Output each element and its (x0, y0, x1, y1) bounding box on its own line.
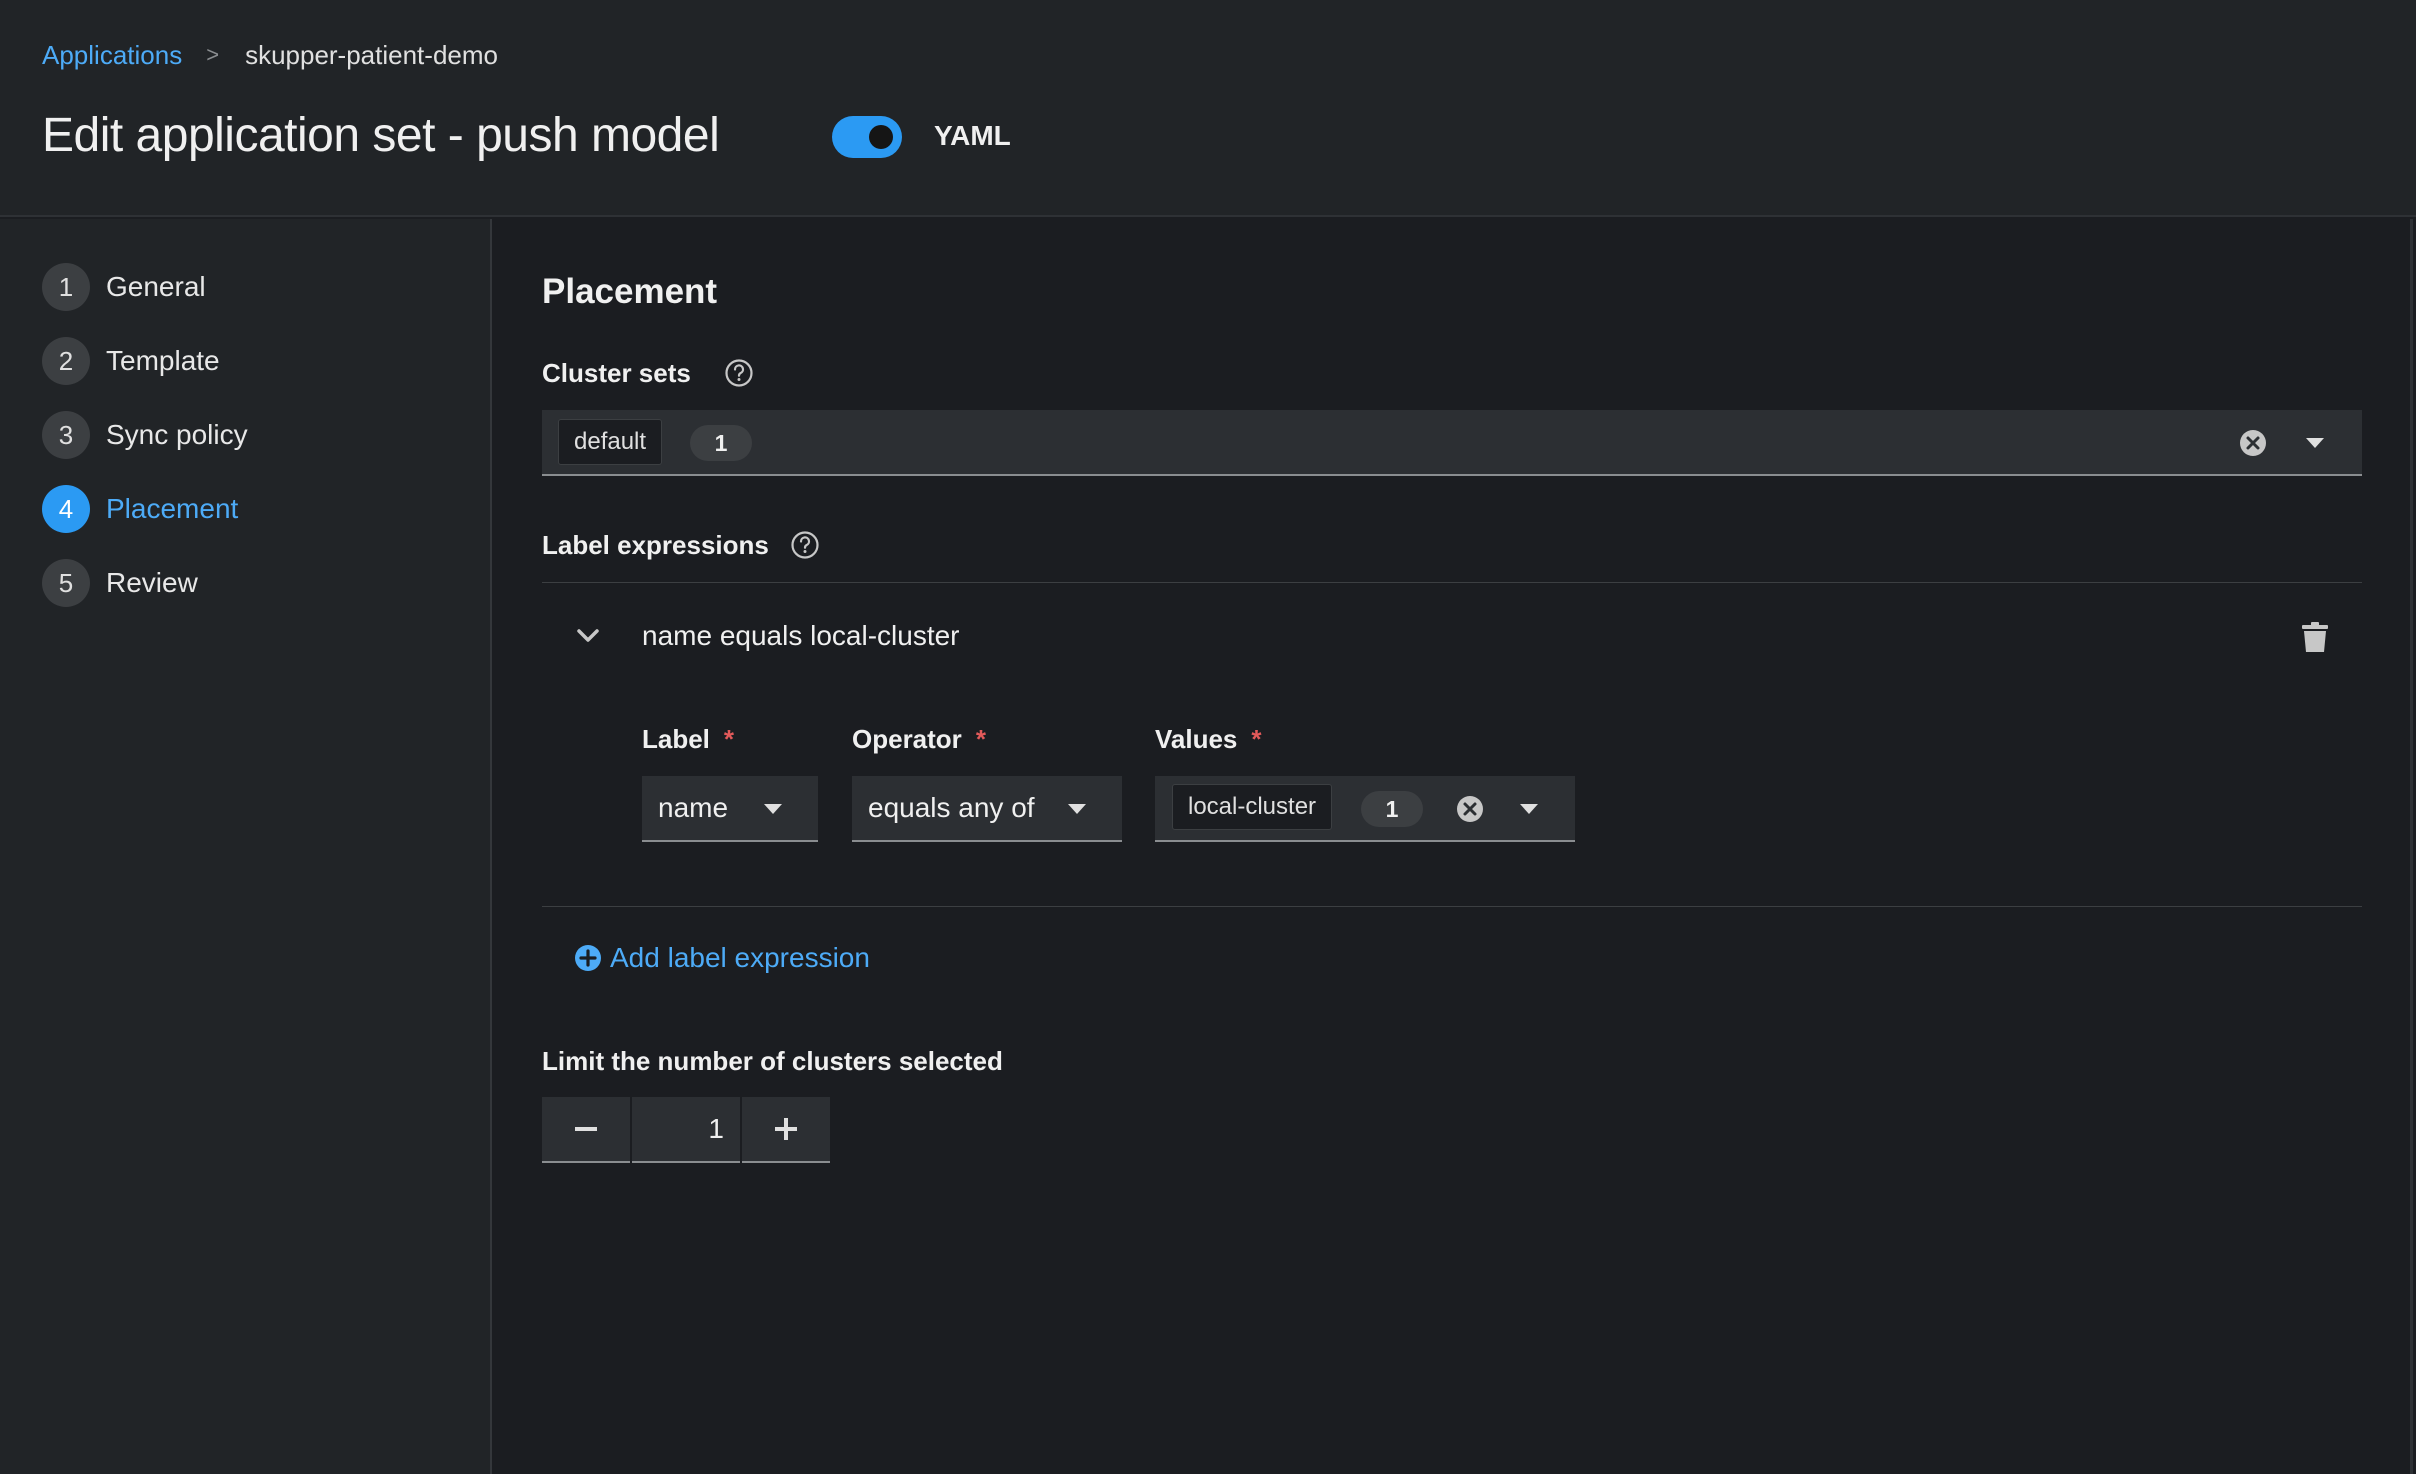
step-sync-policy[interactable]: 3 Sync policy (42, 411, 248, 459)
minus-icon (575, 1127, 597, 1131)
chip-text: default (574, 428, 647, 455)
operator-select-value: equals any of (868, 792, 1035, 823)
limit-label: Limit the number of clusters selected (542, 1046, 1003, 1076)
divider (542, 906, 2362, 907)
yaml-toggle-label: YAML (934, 120, 1011, 151)
values-field-label: Values * (1155, 724, 1262, 755)
required-indicator: * (975, 724, 986, 754)
step-general[interactable]: 1 General (42, 263, 206, 311)
page-title: Edit application set - push model (42, 109, 720, 162)
step-number: 4 (42, 485, 90, 533)
breadcrumb-applications-link[interactable]: Applications (42, 40, 182, 71)
page-header: Applications > skupper-patient-demo Edit… (0, 0, 2416, 217)
operator-field-label-text: Operator (852, 724, 962, 754)
step-number: 5 (42, 559, 90, 607)
step-template[interactable]: 2 Template (42, 337, 220, 385)
add-label-expression-label: Add label expression (610, 942, 870, 973)
label-expressions-label: Label expressions (542, 530, 769, 560)
count-badge[interactable]: 1 (1361, 791, 1423, 827)
caret-down-icon (1068, 804, 1086, 814)
caret-down-icon[interactable] (1520, 804, 1538, 814)
step-label: Review (106, 567, 198, 598)
wizard-nav: 1 General 2 Template 3 Sync policy 4 Pla… (0, 219, 492, 1474)
main-content (494, 219, 2416, 1474)
step-label: Placement (106, 493, 239, 524)
trash-icon[interactable] (2302, 622, 2328, 652)
section-title: Placement (542, 272, 718, 311)
scrollbar-track (2410, 219, 2413, 1474)
value-chip[interactable]: local-cluster (1172, 784, 1333, 830)
help-icon[interactable] (724, 358, 754, 388)
step-label: General (106, 271, 206, 302)
step-number: 2 (42, 337, 90, 385)
plus-icon (775, 1118, 797, 1140)
toggle-knob (869, 125, 893, 149)
step-number: 1 (42, 263, 90, 311)
label-select-value: name (658, 792, 729, 823)
divider (542, 582, 2362, 583)
required-indicator: * (1251, 724, 1262, 754)
add-label-expression-button[interactable]: Add label expression (574, 942, 870, 974)
step-placement[interactable]: 4 Placement (42, 485, 238, 533)
label-field-label-text: Label (642, 724, 710, 754)
operator-field-label: Operator * (852, 724, 986, 755)
chip-text: local-cluster (1188, 793, 1317, 820)
limit-input[interactable]: 1 (632, 1097, 740, 1163)
values-select[interactable]: local-cluster 1 (1155, 776, 1575, 842)
operator-select[interactable]: equals any of (852, 776, 1122, 842)
chevron-down-icon[interactable] (576, 628, 600, 644)
clear-icon[interactable] (1455, 794, 1485, 824)
clear-icon[interactable] (2238, 428, 2268, 458)
breadcrumb-current: skupper-patient-demo (245, 39, 498, 70)
step-review[interactable]: 5 Review (42, 559, 198, 607)
cluster-sets-label: Cluster sets (542, 358, 691, 388)
label-select[interactable]: name (642, 776, 818, 842)
count-badge[interactable]: 1 (690, 425, 752, 461)
required-indicator: * (723, 724, 735, 754)
increment-button[interactable] (742, 1097, 830, 1163)
caret-down-icon (764, 804, 782, 814)
values-field-label-text: Values (1155, 724, 1238, 754)
step-label: Template (106, 345, 220, 376)
cluster-set-chip[interactable]: default (558, 419, 663, 465)
step-number: 3 (42, 411, 90, 459)
help-icon[interactable] (790, 530, 820, 560)
label-expression-summary[interactable]: name equals local-cluster (642, 620, 960, 652)
step-label: Sync policy (106, 419, 248, 450)
decrement-button[interactable] (542, 1097, 630, 1163)
yaml-toggle[interactable] (832, 116, 902, 158)
breadcrumb: Applications > skupper-patient-demo (42, 38, 498, 72)
caret-down-icon[interactable] (2306, 438, 2324, 448)
cluster-sets-select[interactable]: default 1 (542, 410, 2362, 476)
breadcrumb-separator-icon: > (206, 42, 220, 67)
plus-circle-icon (575, 945, 601, 971)
label-field-label: Label * (642, 724, 734, 755)
